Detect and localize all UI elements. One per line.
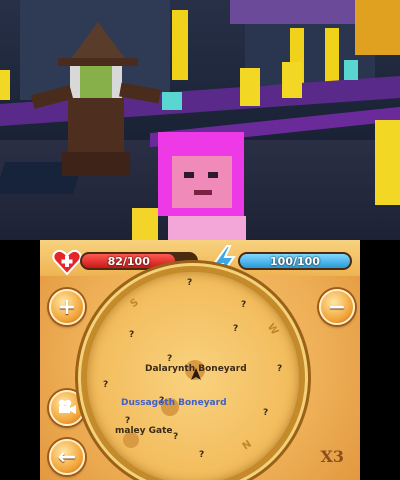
witch-hat bbox=[70, 22, 126, 60]
zoom-level: X3 bbox=[320, 447, 344, 466]
building-left-door bbox=[172, 10, 188, 80]
unknown-marker: ? bbox=[277, 364, 283, 374]
energy-value: 100/100 bbox=[270, 254, 320, 268]
yellow-block bbox=[282, 62, 302, 98]
back-arrow-icon: ← bbox=[57, 444, 77, 470]
minus-icon: − bbox=[327, 294, 347, 320]
health-bar: 82/100 bbox=[80, 252, 198, 270]
camera-icon bbox=[57, 396, 77, 421]
tree-canopy bbox=[355, 0, 400, 55]
witch-face bbox=[78, 66, 114, 98]
unknown-marker: ? bbox=[173, 432, 179, 442]
yellow-block bbox=[375, 120, 400, 205]
health-bar-fill: 82/100 bbox=[82, 254, 176, 268]
unknown-marker: ? bbox=[233, 324, 239, 334]
unknown-marker: ? bbox=[263, 408, 269, 418]
location-label[interactable]: Dussagoth Boneyard bbox=[121, 398, 227, 408]
location-label[interactable]: maley Gate bbox=[115, 426, 173, 436]
compass-north-label: N bbox=[240, 438, 254, 453]
player-eye bbox=[184, 172, 194, 178]
game-viewport bbox=[0, 0, 400, 240]
unknown-marker: ? bbox=[199, 450, 205, 460]
unknown-marker: ? bbox=[129, 330, 135, 340]
held-item bbox=[132, 208, 158, 240]
bottom-left-border bbox=[0, 240, 40, 480]
health-value: 82/100 bbox=[107, 254, 150, 268]
camera-button[interactable] bbox=[49, 390, 85, 426]
energy-meter: 100/100 bbox=[210, 245, 352, 279]
compass-west-label: W bbox=[264, 321, 281, 338]
witch-skirt bbox=[62, 152, 130, 176]
cyan-block bbox=[344, 60, 358, 80]
yellow-block bbox=[240, 68, 260, 106]
energy-bar: 100/100 bbox=[238, 252, 352, 270]
player-arrow-icon bbox=[191, 365, 201, 384]
map-screen: 82/100 100/100 + − ← S W N ? ? ? ? ? ? ?… bbox=[40, 240, 360, 480]
player-character bbox=[132, 132, 260, 240]
bottom-right-border bbox=[360, 240, 400, 480]
unknown-marker: ? bbox=[103, 380, 109, 390]
unknown-marker: ? bbox=[167, 354, 173, 364]
energy-bar-fill: 100/100 bbox=[240, 254, 350, 268]
zoom-in-button[interactable]: + bbox=[49, 289, 85, 325]
heart-icon bbox=[52, 247, 82, 277]
witch-enemy[interactable] bbox=[30, 12, 161, 192]
zoom-out-button[interactable]: − bbox=[319, 289, 355, 325]
cyan-block bbox=[162, 92, 182, 110]
plus-icon: + bbox=[57, 294, 77, 320]
player-mouth bbox=[194, 190, 212, 195]
unknown-marker: ? bbox=[125, 416, 131, 426]
yellow-block bbox=[0, 70, 10, 100]
player-eye bbox=[208, 172, 218, 178]
compass-map[interactable]: S W N ? ? ? ? ? ? ? ? ? ? ? ? Dalarynth … bbox=[87, 272, 299, 480]
player-face bbox=[172, 156, 232, 208]
player-body bbox=[168, 216, 246, 240]
compass-south-label: S bbox=[128, 296, 141, 311]
building-pillar bbox=[325, 28, 339, 84]
unknown-marker: ? bbox=[241, 300, 247, 310]
back-button[interactable]: ← bbox=[49, 439, 85, 475]
unknown-marker: ? bbox=[187, 278, 193, 288]
witch-hat-brim bbox=[58, 58, 138, 66]
